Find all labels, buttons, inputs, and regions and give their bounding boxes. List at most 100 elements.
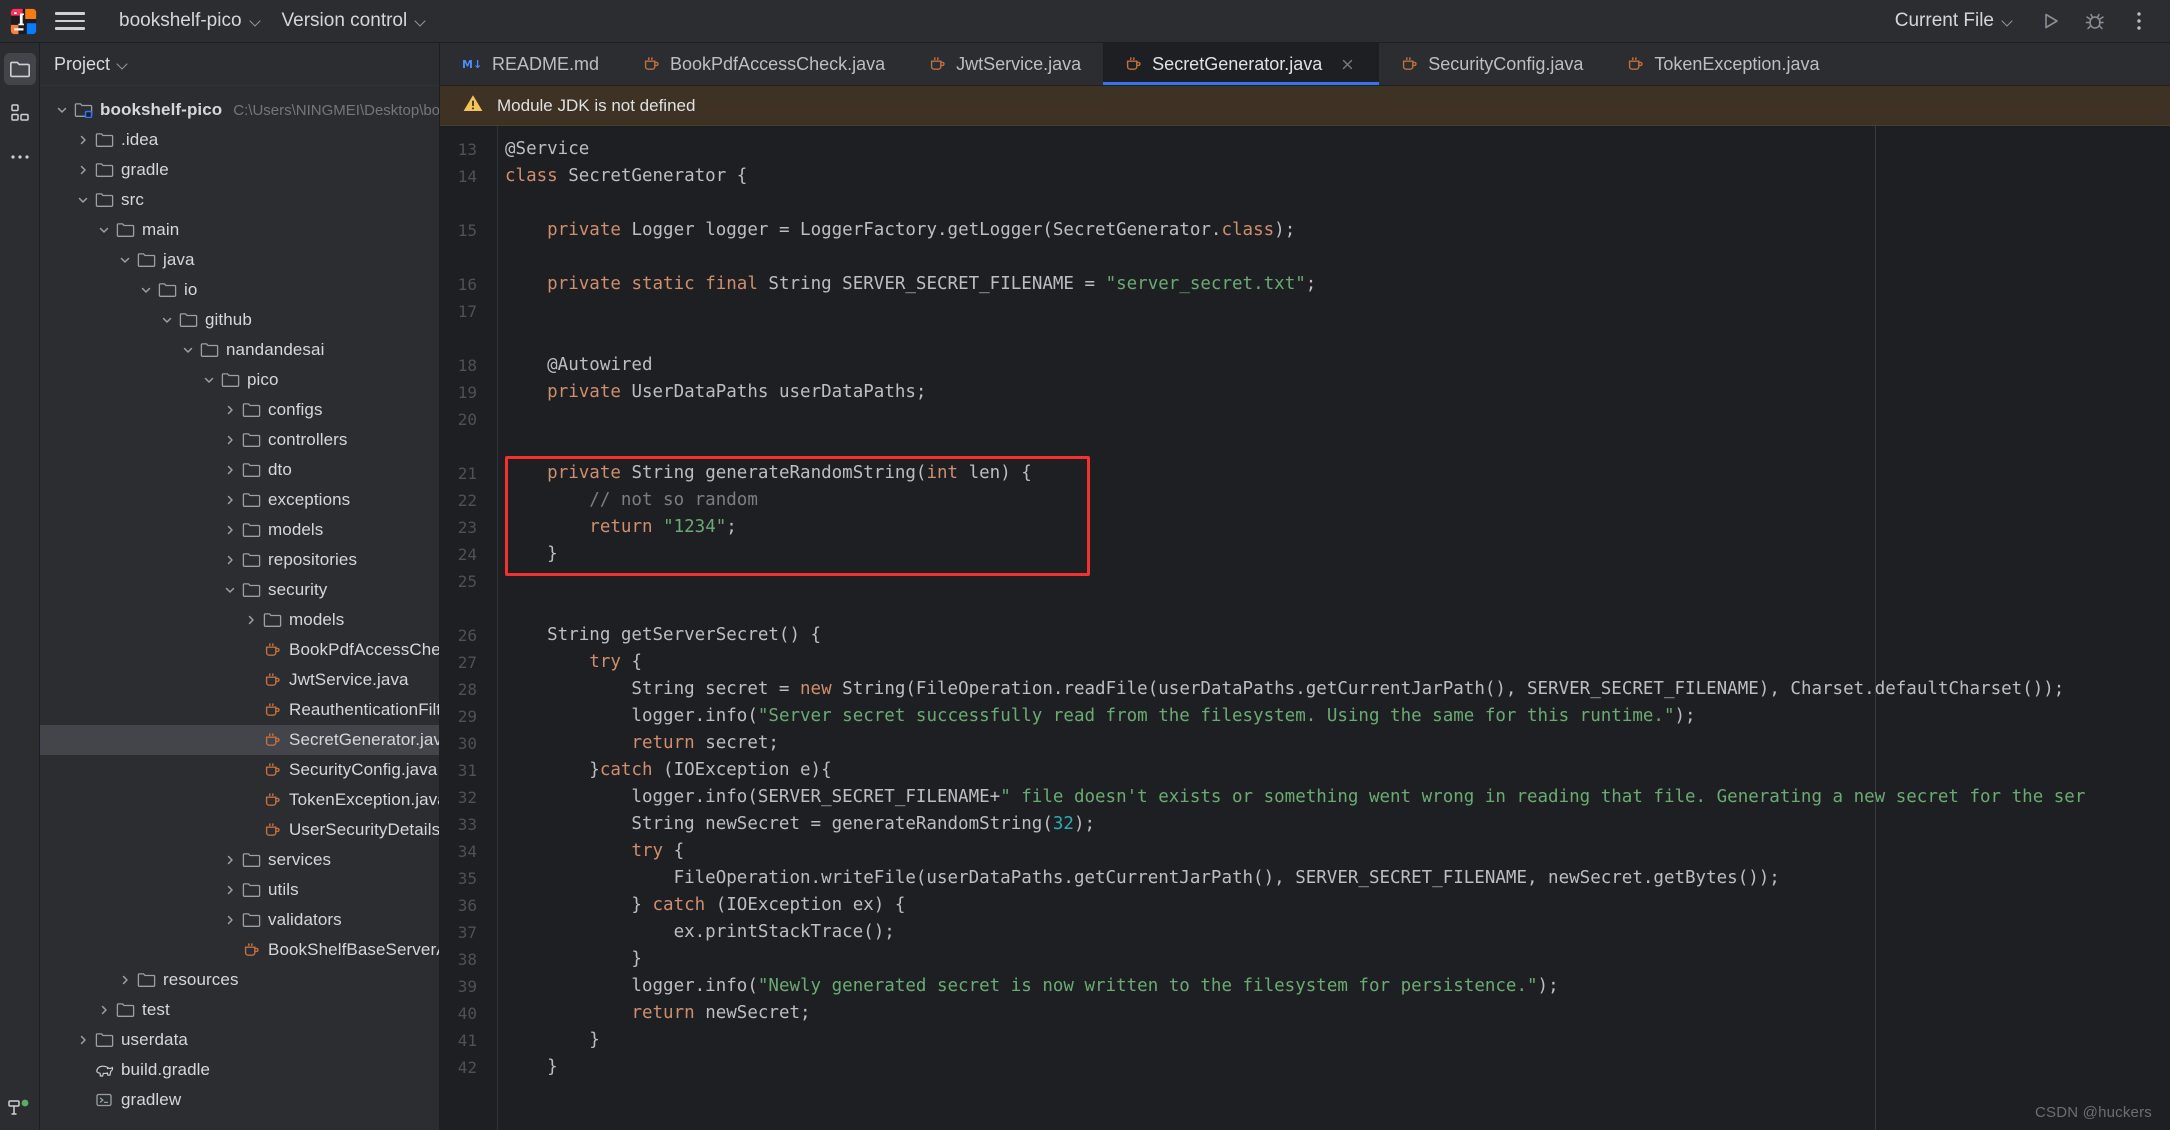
code-line[interactable]: 25 [440,568,2170,595]
tree-file-item[interactable]: gradlew [40,1085,439,1115]
run-configuration-selector[interactable]: Current File [1885,6,2024,36]
tree-file-item[interactable]: ReauthenticationFilter.java [40,695,439,725]
tree-file-item[interactable]: TokenException.java [40,785,439,815]
tree-folder-item[interactable]: models [40,605,439,635]
code-line[interactable] [440,190,2170,217]
tree-folder-item[interactable]: security [40,575,439,605]
tree-folder-item[interactable]: nandandesai [40,335,439,365]
tree-folder-item[interactable]: pico [40,365,439,395]
tab-bookpdfaccesscheck-java[interactable]: BookPdfAccessCheck.java [621,43,907,85]
chevron-right-icon[interactable] [220,460,240,480]
tree-folder-item[interactable]: configs [40,395,439,425]
tree-folder-item[interactable]: repositories [40,545,439,575]
tree-folder-item[interactable]: utils [40,875,439,905]
code-line[interactable]: 34 try { [440,838,2170,865]
code-line[interactable]: 20 [440,406,2170,433]
tree-folder-item[interactable]: gradle [40,155,439,185]
tree-folder-item[interactable]: services [40,845,439,875]
chevron-right-icon[interactable] [94,1000,114,1020]
editor-scrollbar[interactable] [2152,126,2170,1130]
run-triangle-icon[interactable] [2034,6,2068,36]
tree-folder-item[interactable]: resources [40,965,439,995]
code-line[interactable]: 42 } [440,1054,2170,1081]
editor-tab-bar[interactable]: M↓ README.md BookPdfAccessCheck.java JwtSer… [440,43,2170,86]
tree-folder-item[interactable]: userdata [40,1025,439,1055]
code-line[interactable]: 18 @Autowired [440,352,2170,379]
code-line[interactable]: 23 return "1234"; [440,514,2170,541]
code-line[interactable] [440,595,2170,622]
code-line[interactable]: 30 return secret; [440,730,2170,757]
chevron-right-icon[interactable] [115,970,135,990]
code-line[interactable]: 27 try { [440,649,2170,676]
code-line[interactable]: 31 }catch (IOException e){ [440,757,2170,784]
hamburger-menu-icon[interactable] [55,8,85,34]
code-viewport[interactable]: 13 @Service 14 class SecretGenerator {15 pr… [440,126,2170,1130]
tree-folder-item[interactable]: bookshelf-pico C:\Users\NINGMEI\Desktop\b… [40,95,439,125]
chevron-down-icon[interactable] [178,340,198,360]
tree-file-item[interactable]: UserSecurityDetailsService.java [40,815,439,845]
code-line[interactable]: 24 } [440,541,2170,568]
sidebar-item-more-tools[interactable] [4,141,36,173]
tree-folder-item[interactable]: models [40,515,439,545]
tree-folder-item[interactable]: exceptions [40,485,439,515]
tab-tokenexception-java[interactable]: TokenException.java [1605,43,1841,85]
code-line[interactable]: 22 // not so random [440,487,2170,514]
chevron-right-icon[interactable] [220,880,240,900]
code-line[interactable]: 28 String secret = new String(FileOperat… [440,676,2170,703]
project-tree[interactable]: bookshelf-pico C:\Users\NINGMEI\Desktop\b… [40,86,439,1130]
tree-folder-item[interactable]: src [40,185,439,215]
code-line[interactable]: 36 } catch (IOException ex) { [440,892,2170,919]
tree-file-item[interactable]: SecretGenerator.java [40,725,439,755]
chevron-down-icon[interactable] [94,220,114,240]
tree-folder-item[interactable]: test [40,995,439,1025]
code-line[interactable]: 29 logger.info("Server secret successful… [440,703,2170,730]
close-x-icon[interactable] [1338,55,1357,74]
code-line[interactable]: 41 } [440,1027,2170,1054]
tab-securityconfig-java[interactable]: SecurityConfig.java [1379,43,1605,85]
chevron-down-icon[interactable] [199,370,219,390]
code-line[interactable]: 35 FileOperation.writeFile(userDataPaths… [440,865,2170,892]
code-line[interactable]: 37 ex.printStackTrace(); [440,919,2170,946]
chevron-down-icon[interactable] [136,280,156,300]
code-line[interactable] [440,325,2170,352]
code-line[interactable] [440,244,2170,271]
tree-folder-item[interactable]: java [40,245,439,275]
chevron-right-icon[interactable] [220,520,240,540]
code-line[interactable] [440,433,2170,460]
project-name-dropdown[interactable]: bookshelf-pico [109,6,272,36]
code-line[interactable]: 15 private Logger logger = LoggerFactory… [440,217,2170,244]
code-line[interactable]: 17 [440,298,2170,325]
chevron-down-icon[interactable] [157,310,177,330]
chevron-right-icon[interactable] [220,850,240,870]
version-control-dropdown[interactable]: Version control [272,6,438,36]
tree-folder-item[interactable]: main [40,215,439,245]
debug-bug-icon[interactable] [2078,6,2112,36]
chevron-down-icon[interactable] [52,100,72,120]
tree-file-item[interactable]: BookShelfBaseServerApplication.java [40,935,439,965]
editor-notification-banner[interactable]: Module JDK is not defined [440,86,2170,126]
code-line[interactable]: 33 String newSecret = generateRandomStri… [440,811,2170,838]
sidebar-item-project[interactable] [3,53,36,85]
tree-file-item[interactable]: build.gradle [40,1055,439,1085]
tree-folder-item[interactable]: github [40,305,439,335]
chevron-down-icon[interactable] [220,580,240,600]
tab-secretgenerator-java[interactable]: SecretGenerator.java [1103,43,1380,85]
tree-file-item[interactable]: BookPdfAccessCheck.java [40,635,439,665]
chevron-right-icon[interactable] [220,490,240,510]
tree-folder-item[interactable]: dto [40,455,439,485]
tree-folder-item[interactable]: io [40,275,439,305]
chevron-right-icon[interactable] [73,1030,93,1050]
chevron-down-icon[interactable] [115,250,135,270]
tree-file-item[interactable]: JwtService.java [40,665,439,695]
tab-jwtservice-java[interactable]: JwtService.java [907,43,1103,85]
code-line[interactable]: 39 logger.info("Newly generated secret i… [440,973,2170,1000]
code-line[interactable]: 38 } [440,946,2170,973]
chevron-down-icon[interactable] [118,59,129,70]
code-line[interactable]: 32 logger.info(SERVER_SECRET_FILENAME+" … [440,784,2170,811]
chevron-right-icon[interactable] [220,430,240,450]
tree-file-item[interactable]: SecurityConfig.java [40,755,439,785]
tree-folder-item[interactable]: validators [40,905,439,935]
code-line[interactable]: 19 private UserDataPaths userDataPaths; [440,379,2170,406]
tree-folder-item[interactable]: .idea [40,125,439,155]
tab-readme-md[interactable]: M↓ README.md [440,43,621,85]
